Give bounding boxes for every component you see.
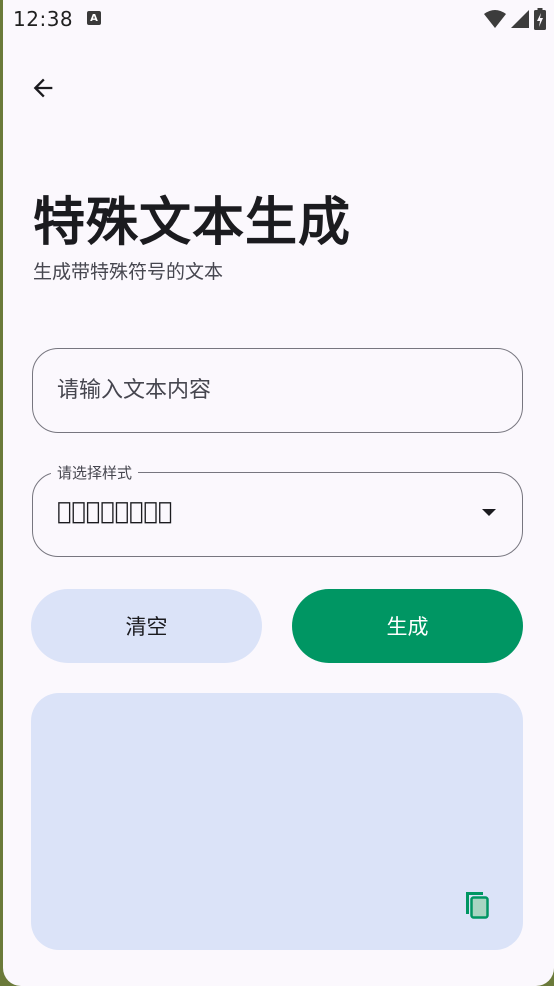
signal-icon (511, 10, 529, 28)
generate-button[interactable]: 生成 (292, 589, 523, 663)
back-button[interactable] (21, 66, 65, 110)
battery-charging-icon (534, 8, 546, 30)
status-bar: 12:38 A (3, 0, 554, 38)
wifi-icon (484, 10, 506, 28)
dropdown-arrow-icon (482, 509, 496, 516)
arrow-left-icon (33, 78, 53, 98)
copy-icon[interactable] (463, 888, 491, 920)
app-screen: 12:38 A 特殊文本生成 生成带特殊符号的文本 请选择样式 测⃠试⃠测⃠试⃠ (3, 0, 554, 986)
status-time: 12:38 (13, 7, 74, 31)
text-input[interactable] (32, 348, 523, 433)
page-subtitle: 生成带特殊符号的文本 (33, 261, 224, 283)
result-card (31, 693, 523, 950)
status-icons (484, 8, 546, 30)
page-title: 特殊文本生成 (33, 193, 352, 253)
clear-button[interactable]: 清空 (31, 589, 262, 663)
style-select-value: 测⃠试⃠测⃠试⃠ (57, 497, 173, 525)
style-select-label: 请选择样式 (51, 462, 139, 483)
style-select[interactable]: 请选择样式 测⃠试⃠测⃠试⃠ (32, 462, 523, 557)
notification-badge: A (87, 11, 101, 25)
